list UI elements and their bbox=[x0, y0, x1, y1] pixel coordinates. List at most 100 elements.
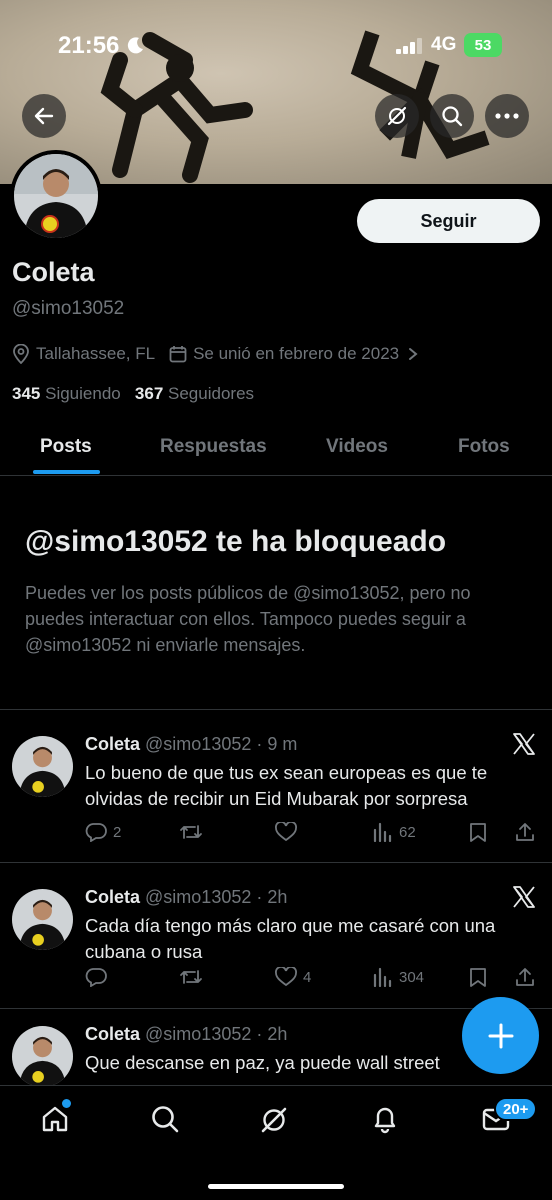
post-meta: @simo13052 · 2h bbox=[145, 1024, 288, 1044]
banner-graffiti-image bbox=[100, 30, 490, 183]
following-label: Siguiendo bbox=[45, 384, 121, 403]
location-text: Tallahassee, FL bbox=[36, 344, 156, 363]
like-button[interactable] bbox=[275, 822, 303, 842]
repost-button[interactable] bbox=[179, 967, 209, 987]
post-header: Coleta @simo13052 · 9 m bbox=[85, 734, 297, 755]
post-item[interactable]: Coleta @simo13052 · 9 m Lo bueno de que … bbox=[0, 710, 552, 863]
followers-count: 367 bbox=[134, 384, 164, 403]
blocked-title: @simo13052 te ha bloqueado bbox=[25, 525, 447, 558]
home-indicator bbox=[208, 1184, 344, 1189]
profile-name: Coleta bbox=[12, 257, 95, 287]
calendar-icon bbox=[169, 346, 187, 363]
post-avatar[interactable] bbox=[12, 1026, 73, 1085]
post-avatar[interactable] bbox=[12, 736, 73, 797]
repost-button[interactable] bbox=[179, 822, 209, 842]
back-arrow-icon bbox=[34, 107, 54, 125]
following-link[interactable]: 345 Siguiendo bbox=[12, 384, 121, 403]
post-author: Coleta bbox=[85, 734, 141, 754]
share-icon bbox=[516, 823, 534, 841]
bookmark-button[interactable] bbox=[469, 967, 493, 987]
battery-indicator: 53 bbox=[464, 33, 502, 57]
grok-icon bbox=[387, 106, 407, 126]
reply-button[interactable] bbox=[85, 967, 113, 987]
bookmark-icon bbox=[470, 968, 486, 987]
tab-replies[interactable]: Respuestas bbox=[160, 436, 267, 458]
followers-label: Seguidores bbox=[168, 384, 255, 403]
network-type: 4G bbox=[431, 34, 457, 55]
post-author: Coleta bbox=[85, 1024, 141, 1044]
post-actions: 4 304 bbox=[85, 967, 535, 991]
profile-tabs: Posts Respuestas Videos Fotos bbox=[0, 418, 552, 476]
post-actions: 2 62 bbox=[85, 822, 535, 846]
post-meta: @simo13052 · 2h bbox=[145, 887, 288, 907]
search-button[interactable] bbox=[430, 94, 474, 138]
battery-level: 53 bbox=[474, 36, 492, 54]
reply-count: 2 bbox=[113, 823, 122, 841]
joined-item[interactable]: Se unió en febrero de 2023 bbox=[169, 344, 425, 364]
home-icon[interactable] bbox=[40, 1104, 70, 1134]
views-icon bbox=[373, 822, 392, 842]
avatar-image bbox=[14, 154, 98, 238]
back-button[interactable] bbox=[22, 94, 66, 138]
follow-stats: 345 Siguiendo 367 Seguidores bbox=[12, 384, 254, 404]
avatar-image bbox=[12, 736, 73, 797]
view-count: 304 bbox=[399, 968, 425, 986]
home-unread-dot bbox=[62, 1099, 71, 1108]
reply-icon bbox=[85, 968, 107, 987]
post-item[interactable]: Coleta @simo13052 · 2h Cada día tengo má… bbox=[0, 863, 552, 1009]
follow-button[interactable]: Seguir bbox=[357, 199, 540, 243]
avatar-image bbox=[12, 889, 73, 950]
tab-posts[interactable]: Posts bbox=[40, 436, 92, 458]
more-button[interactable] bbox=[485, 94, 529, 138]
search-icon bbox=[442, 106, 463, 127]
more-icon bbox=[495, 113, 519, 119]
view-count: 62 bbox=[399, 823, 416, 841]
bottom-navigation bbox=[0, 1085, 552, 1200]
post-header: Coleta @simo13052 · 2h bbox=[85, 1024, 287, 1045]
profile-avatar[interactable] bbox=[10, 150, 102, 242]
like-count: 4 bbox=[303, 968, 312, 986]
avatar-image bbox=[12, 1026, 73, 1085]
messages-badge: 20+ bbox=[494, 1097, 538, 1121]
blocked-description: Puedes ver los posts públicos de @simo13… bbox=[25, 583, 471, 655]
x-logo-icon bbox=[513, 733, 535, 755]
following-count: 345 bbox=[12, 384, 41, 403]
share-button[interactable] bbox=[515, 967, 541, 987]
profile-meta: Tallahassee, FL Se unió en febrero de 20… bbox=[12, 344, 439, 364]
moon-icon bbox=[127, 37, 143, 54]
compose-button[interactable] bbox=[462, 997, 539, 1074]
notifications-icon[interactable] bbox=[370, 1104, 400, 1134]
reply-icon bbox=[85, 823, 107, 842]
post-meta: @simo13052 · 9 m bbox=[145, 734, 298, 754]
views-button[interactable]: 304 bbox=[373, 967, 424, 987]
status-bar: 21:56 4G 53 bbox=[0, 30, 552, 60]
x-logo-icon bbox=[513, 886, 535, 908]
grok-icon[interactable] bbox=[258, 1104, 290, 1136]
active-tab-indicator bbox=[33, 470, 100, 474]
joined-text: Se unió en febrero de 2023 bbox=[193, 344, 400, 363]
followers-link[interactable]: 367 Seguidores bbox=[135, 384, 254, 403]
search-icon[interactable] bbox=[150, 1104, 180, 1134]
profile-banner[interactable]: 21:56 4G 53 bbox=[0, 0, 552, 184]
post-text: Cada día tengo más claro que me casaré c… bbox=[85, 915, 496, 962]
share-icon bbox=[516, 968, 534, 986]
heart-icon bbox=[275, 822, 297, 842]
repost-icon bbox=[180, 970, 202, 984]
profile-handle: @simo13052 bbox=[12, 298, 125, 319]
heart-icon bbox=[275, 967, 297, 987]
location-item: Tallahassee, FL bbox=[12, 344, 155, 364]
like-button[interactable]: 4 bbox=[275, 967, 311, 987]
grok-button[interactable] bbox=[375, 94, 419, 138]
bookmark-button[interactable] bbox=[469, 822, 493, 842]
views-button[interactable]: 62 bbox=[373, 822, 416, 842]
repost-icon bbox=[180, 825, 202, 839]
views-icon bbox=[373, 967, 392, 987]
tab-videos[interactable]: Videos bbox=[326, 436, 388, 458]
location-pin-icon bbox=[13, 344, 29, 364]
signal-icon bbox=[396, 38, 422, 54]
reply-button[interactable]: 2 bbox=[85, 822, 121, 842]
share-button[interactable] bbox=[515, 822, 541, 842]
chevron-right-icon bbox=[409, 348, 418, 360]
post-avatar[interactable] bbox=[12, 889, 73, 950]
tab-photos[interactable]: Fotos bbox=[458, 436, 510, 458]
